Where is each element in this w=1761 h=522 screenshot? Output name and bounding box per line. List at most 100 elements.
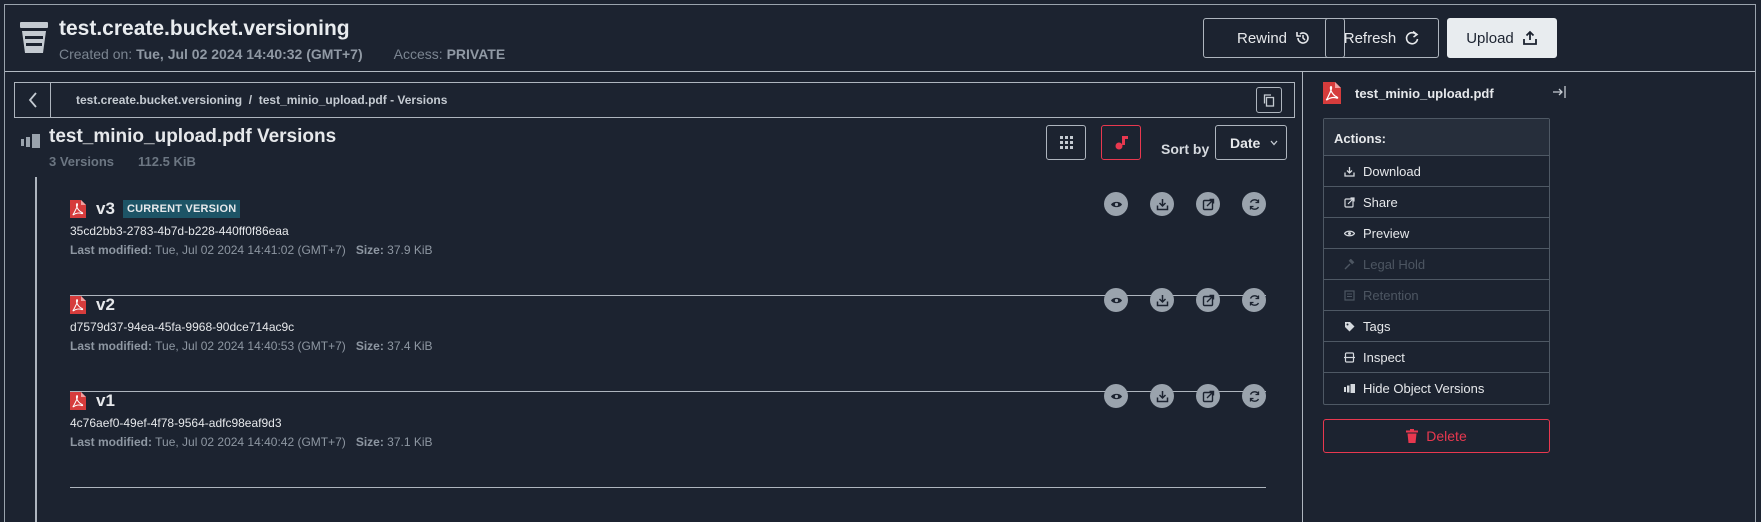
- back-button[interactable]: [15, 83, 51, 117]
- preview-version-button[interactable]: [1104, 384, 1128, 408]
- eye-icon: [1110, 201, 1122, 207]
- share-icon: [1202, 294, 1214, 306]
- refresh-icon: [1406, 30, 1419, 45]
- actions-menu: Actions: Download Share Preview Legal Hold R…: [1323, 118, 1550, 405]
- size-value: 37.1 KiB: [387, 435, 433, 449]
- access-value: PRIVATE: [446, 46, 506, 62]
- modified-label: Last modified:: [70, 435, 153, 449]
- action-hide-object-versions[interactable]: Hide Object Versions: [1324, 373, 1549, 404]
- modified-label: Last modified:: [70, 339, 153, 353]
- copy-icon: [1263, 93, 1275, 107]
- eye-icon: [1110, 297, 1122, 303]
- action-label: Hide Object Versions: [1363, 381, 1485, 396]
- versions-count: 3 Versions: [49, 154, 115, 169]
- action-label: Preview: [1363, 225, 1410, 241]
- version-meta: Last modified: Tue, Jul 02 2024 14:40:42…: [70, 435, 433, 449]
- bucket-meta: Created on: Tue, Jul 02 2024 14:40:32 (G…: [59, 46, 505, 62]
- action-tags[interactable]: Tags: [1324, 311, 1549, 342]
- version-meta: Last modified: Tue, Jul 02 2024 14:40:53…: [70, 339, 433, 353]
- action-download[interactable]: Download: [1324, 156, 1549, 187]
- delete-non-current-button[interactable]: [1101, 125, 1141, 160]
- restore-version-button[interactable]: [1242, 384, 1266, 408]
- delete-versions-icon: [1115, 135, 1128, 149]
- version-row[interactable]: v1 4c76aef0-49ef-4f78-9564-adfc98eaf9d3 La…: [70, 384, 1266, 488]
- sort-label: Sort by: [1161, 141, 1210, 157]
- chevron-left-icon: [28, 92, 37, 108]
- trash-icon: [1406, 429, 1419, 443]
- version-id: 35cd2bb3-2783-4b7d-b228-440ff0f86eaa: [70, 224, 289, 238]
- download-version-button[interactable]: [1150, 192, 1174, 216]
- pdf-file-icon: [70, 296, 86, 314]
- actions-title: Actions:: [1324, 119, 1549, 156]
- pdf-file-icon: [70, 200, 86, 218]
- share-icon: [1202, 390, 1214, 402]
- action-legal-hold: Legal Hold: [1324, 249, 1549, 280]
- delete-label: Delete: [1426, 428, 1467, 444]
- delete-button[interactable]: Delete: [1323, 419, 1550, 453]
- restore-version-button[interactable]: [1242, 192, 1266, 216]
- download-icon: [1344, 166, 1355, 177]
- version-row[interactable]: v3 CURRENT VERSION 35cd2bb3-2783-4b7d-b228…: [70, 192, 1266, 296]
- upload-label: Upload: [1466, 29, 1514, 47]
- version-actions: [1104, 288, 1266, 312]
- refresh-label: Refresh: [1343, 29, 1397, 47]
- collapse-panel-icon[interactable]: [1552, 86, 1566, 98]
- download-icon: [1156, 294, 1168, 306]
- action-label: Inspect: [1363, 349, 1405, 365]
- download-version-button[interactable]: [1150, 288, 1174, 312]
- pdf-file-icon: [70, 392, 86, 410]
- size-label: Size:: [355, 243, 384, 257]
- breadcrumb-path[interactable]: test.create.bucket.versioning / test_min…: [76, 93, 447, 107]
- preview-version-button[interactable]: [1104, 192, 1128, 216]
- version-actions: [1104, 192, 1266, 216]
- current-version-badge: CURRENT VERSION: [123, 200, 241, 218]
- history-icon: [1296, 32, 1309, 44]
- restore-icon: [1249, 294, 1259, 306]
- share-version-button[interactable]: [1196, 384, 1220, 408]
- action-preview[interactable]: Preview: [1324, 218, 1549, 249]
- select-multiple-button[interactable]: [1046, 125, 1086, 160]
- size-value: 37.4 KiB: [387, 339, 433, 353]
- versions-icon: [1344, 384, 1355, 393]
- bucket-header: test.create.bucket.versioning Created on…: [5, 5, 1755, 72]
- action-share[interactable]: Share: [1324, 187, 1549, 218]
- download-version-button[interactable]: [1150, 384, 1174, 408]
- share-version-button[interactable]: [1196, 192, 1220, 216]
- created-label: Created on:: [59, 46, 133, 62]
- download-icon: [1156, 198, 1168, 210]
- rewind-button[interactable]: Rewind: [1203, 18, 1345, 58]
- versions-summary: 3 Versions 112.5 KiB: [49, 154, 196, 169]
- pdf-file-icon: [1323, 82, 1341, 104]
- versions-icon: [21, 134, 40, 148]
- created-value: Tue, Jul 02 2024 14:40:32 (GMT+7): [136, 46, 363, 62]
- size-label: Size:: [355, 339, 384, 353]
- inspect-icon: [1344, 351, 1355, 363]
- gavel-icon: [1344, 258, 1355, 269]
- eye-icon: [1110, 393, 1122, 399]
- restore-icon: [1249, 198, 1259, 210]
- restore-icon: [1249, 390, 1259, 402]
- restore-version-button[interactable]: [1242, 288, 1266, 312]
- copy-path-button[interactable]: [1256, 87, 1282, 113]
- versions-title: test_minio_upload.pdf Versions: [49, 126, 337, 147]
- upload-icon: [1522, 30, 1537, 45]
- versions-total-size: 112.5 KiB: [138, 154, 196, 169]
- versions-timeline: [35, 177, 37, 522]
- access-label: Access:: [393, 46, 443, 62]
- sort-select[interactable]: Date: [1215, 125, 1287, 160]
- upload-button[interactable]: Upload: [1447, 18, 1557, 58]
- refresh-button[interactable]: Refresh: [1325, 18, 1439, 58]
- bucket-icon: [20, 22, 48, 53]
- version-id: d7579d37-94ea-45fa-9968-90dce714ac9c: [70, 320, 295, 334]
- version-row[interactable]: v2 d7579d37-94ea-45fa-9968-90dce714ac9c La…: [70, 288, 1266, 392]
- chevron-down-icon: [1270, 140, 1278, 146]
- size-value: 37.9 KiB: [387, 243, 433, 257]
- preview-version-button[interactable]: [1104, 288, 1128, 312]
- rewind-label: Rewind: [1236, 29, 1288, 47]
- action-inspect[interactable]: Inspect: [1324, 342, 1549, 373]
- version-name: v1: [96, 391, 115, 410]
- share-version-button[interactable]: [1196, 288, 1220, 312]
- modified-label: Last modified:: [70, 243, 153, 257]
- tag-icon: [1345, 321, 1355, 331]
- version-id: 4c76aef0-49ef-4f78-9564-adfc98eaf9d3: [70, 416, 282, 430]
